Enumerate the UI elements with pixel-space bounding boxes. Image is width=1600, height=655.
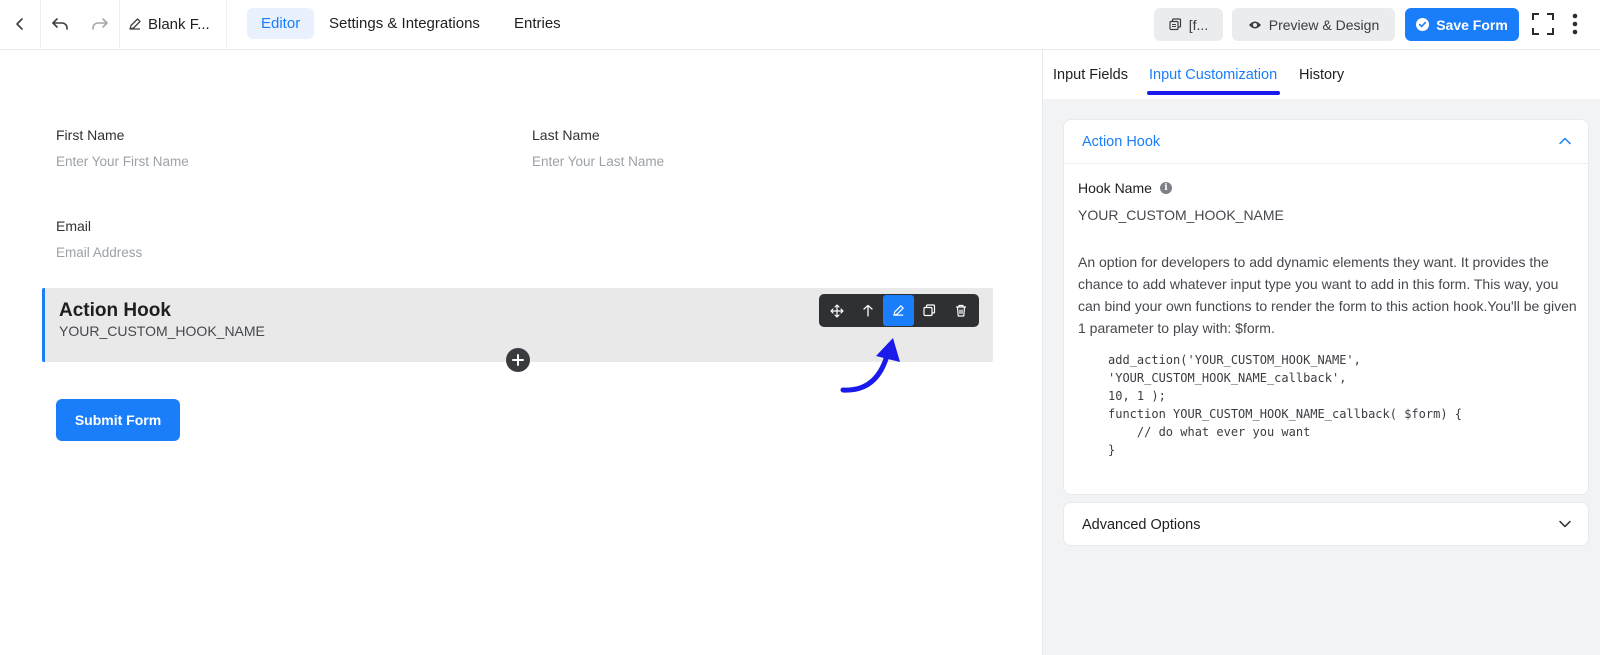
panel-tabs: Input Fields Input Customization History [1043, 50, 1600, 99]
trash-icon [955, 304, 966, 317]
add-field-button[interactable] [506, 348, 530, 372]
top-toolbar: Blank F... Editor Settings & Integration… [0, 0, 1600, 50]
back-button[interactable] [0, 0, 40, 48]
copy-icon [1169, 18, 1181, 31]
move-icon [829, 303, 844, 318]
form-title[interactable]: Blank F... [128, 0, 210, 48]
advanced-options-header[interactable]: Advanced Options [1064, 503, 1588, 547]
preview-design-button[interactable]: Preview & Design [1232, 8, 1395, 41]
hook-name-input[interactable]: YOUR_CUSTOM_HOOK_NAME [1078, 207, 1284, 223]
kebab-menu-icon [1572, 13, 1578, 35]
last-name-label: Last Name [532, 127, 600, 143]
code-line: 10, 1 ); [1108, 389, 1166, 403]
divider [119, 0, 120, 48]
move-up-button[interactable] [852, 295, 883, 326]
action-hook-card-header[interactable]: Action Hook [1064, 120, 1588, 164]
code-line: 'YOUR_CUSTOM_HOOK_NAME_callback', [1108, 371, 1347, 385]
hook-name-label-text: Hook Name [1078, 180, 1152, 196]
chevron-up-icon [1559, 137, 1571, 145]
redo-button[interactable] [81, 0, 119, 48]
email-label: Email [56, 218, 92, 234]
fullscreen-button[interactable] [1528, 0, 1558, 48]
edit-field-button[interactable] [883, 295, 914, 326]
last-name-input[interactable]: Enter Your Last Name [532, 154, 664, 169]
annotation-arrow-icon [840, 338, 900, 393]
more-options-button[interactable] [1562, 0, 1588, 48]
first-name-input[interactable]: Enter Your First Name [56, 154, 189, 169]
tab-input-fields[interactable]: Input Fields [1053, 67, 1128, 83]
eye-icon [1248, 21, 1261, 28]
arrow-up-icon [862, 304, 873, 317]
hook-name-label: Hook Name i [1078, 180, 1172, 196]
pencil-icon [129, 18, 141, 30]
email-input[interactable]: Email Address [56, 245, 142, 260]
redo-icon [92, 18, 108, 30]
fullscreen-icon [1532, 13, 1554, 35]
undo-icon [52, 18, 68, 30]
tab-entries[interactable]: Entries [500, 8, 575, 39]
code-line: function YOUR_CUSTOM_HOOK_NAME_callback(… [1108, 407, 1463, 421]
plus-icon [512, 354, 524, 366]
chevron-left-icon [16, 18, 23, 30]
tab-settings-integrations[interactable]: Settings & Integrations [315, 8, 494, 39]
tab-input-customization[interactable]: Input Customization [1149, 67, 1277, 83]
save-form-button[interactable]: Save Form [1405, 8, 1519, 41]
duplicate-field-button[interactable] [914, 295, 945, 326]
preview-design-label: Preview & Design [1268, 16, 1380, 33]
move-field-button[interactable] [821, 295, 852, 326]
info-icon[interactable]: i [1159, 182, 1172, 194]
action-hook-card-title: Action Hook [1082, 133, 1161, 150]
check-circle-icon [1416, 18, 1430, 31]
copy-icon [923, 304, 936, 317]
divider [226, 0, 227, 48]
undo-button[interactable] [41, 0, 79, 48]
chevron-down-icon [1559, 520, 1571, 528]
pencil-icon [893, 305, 904, 316]
tab-history[interactable]: History [1299, 67, 1344, 83]
code-line: // do what ever you want [1108, 425, 1311, 439]
code-line: add_action('YOUR_CUSTOM_HOOK_NAME', [1108, 353, 1361, 367]
active-tab-highlight [1147, 91, 1280, 95]
form-title-text: Blank F... [148, 15, 210, 33]
settings-panel: Input Fields Input Customization History… [1042, 50, 1600, 655]
shortcode-text: [f... [1188, 16, 1209, 33]
code-line: } [1108, 443, 1116, 457]
save-form-label: Save Form [1436, 16, 1508, 33]
action-hook-title: Action Hook [59, 300, 171, 321]
delete-field-button[interactable] [945, 295, 976, 326]
advanced-options-card[interactable]: Advanced Options [1063, 502, 1589, 546]
hook-description: An option for developers to add dynamic … [1078, 254, 1577, 336]
action-hook-card: Action Hook Hook Name i YOUR_CUSTOM_HOOK… [1063, 119, 1589, 495]
submit-form-button[interactable]: Submit Form [56, 399, 180, 441]
tab-editor[interactable]: Editor [247, 8, 315, 39]
first-name-label: First Name [56, 127, 125, 143]
field-actions-toolbar [819, 294, 979, 327]
advanced-options-title: Advanced Options [1082, 517, 1201, 533]
shortcode-button[interactable]: [f... [1154, 8, 1223, 41]
action-hook-name: YOUR_CUSTOM_HOOK_NAME [59, 323, 265, 339]
